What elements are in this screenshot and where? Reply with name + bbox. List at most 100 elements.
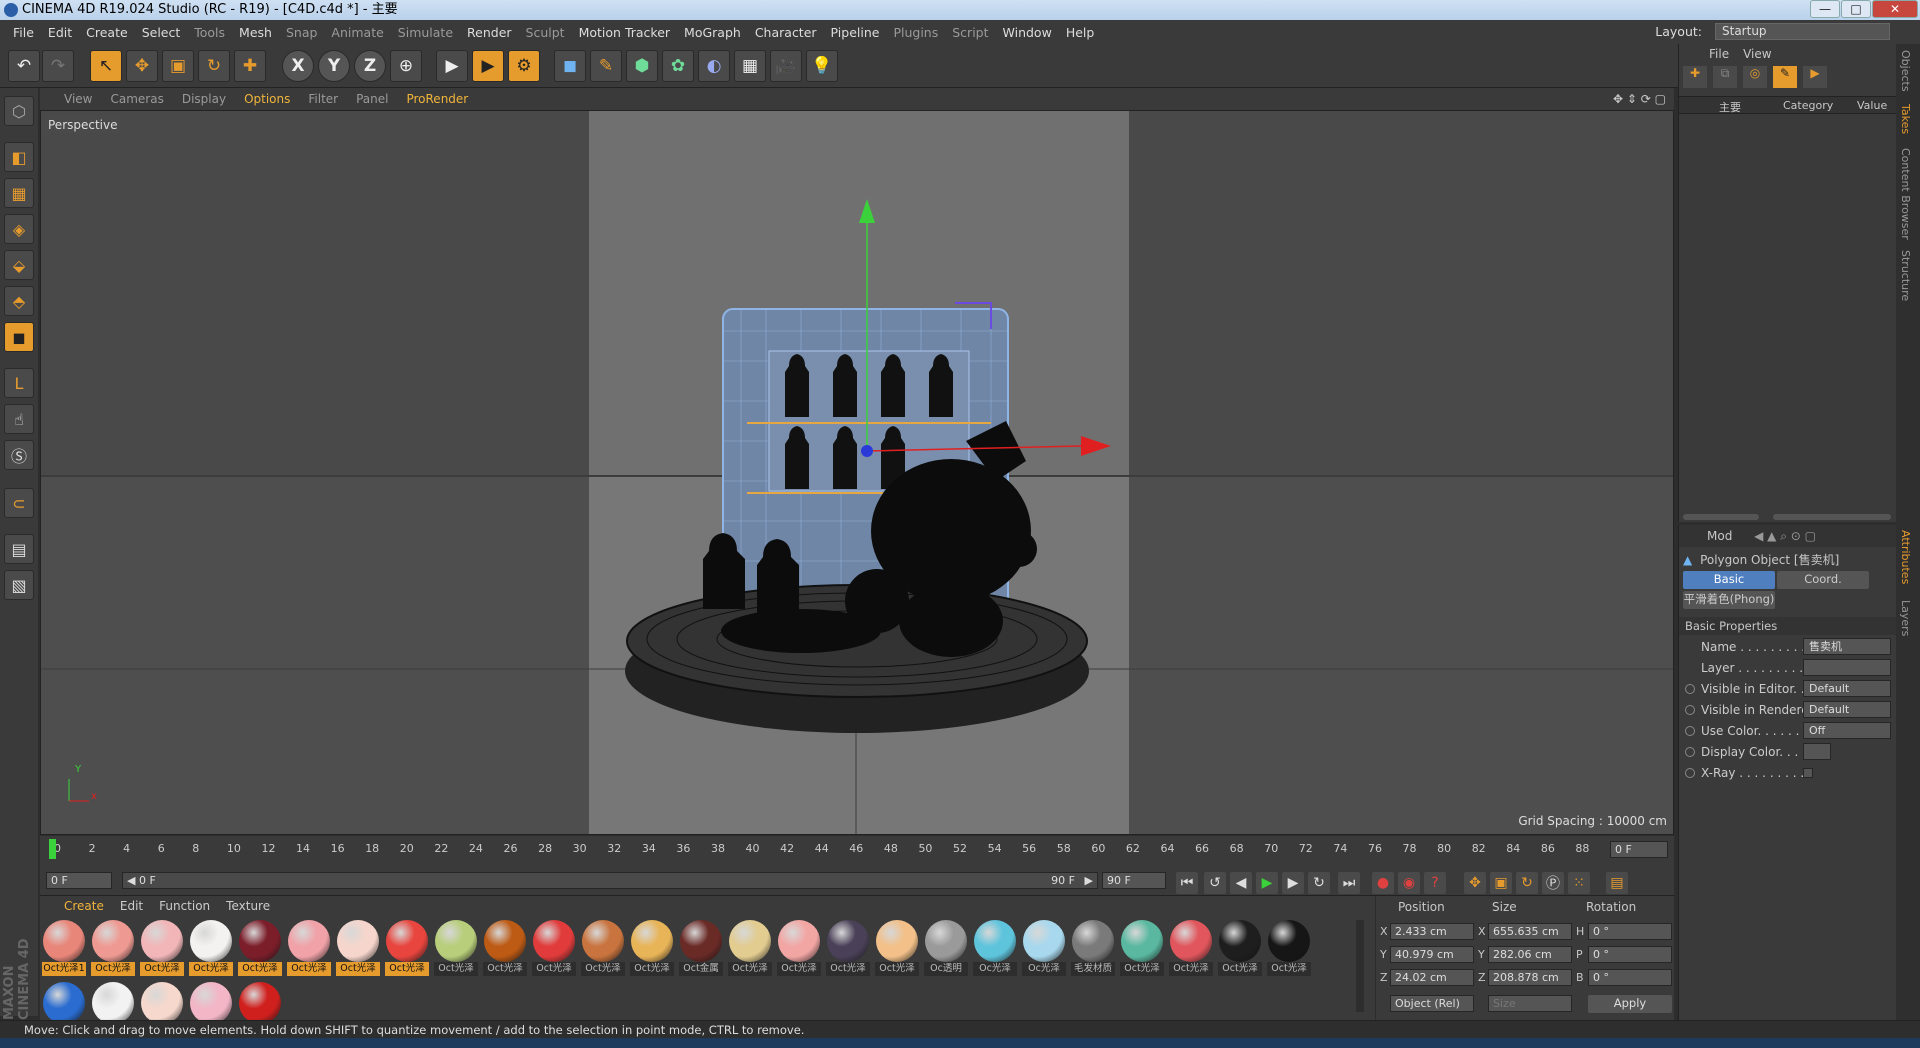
material-swatch[interactable]: Oct光泽: [1267, 920, 1311, 976]
material-swatch[interactable]: Oct光泽: [728, 920, 772, 976]
viewport-menu-filter[interactable]: Filter: [308, 92, 338, 106]
light-icon[interactable]: 💡: [806, 50, 838, 82]
deformer-icon[interactable]: ◐: [698, 50, 730, 82]
take-auto-icon[interactable]: ✎: [1773, 66, 1797, 88]
apply-button[interactable]: Apply: [1588, 995, 1672, 1013]
material-swatch[interactable]: Oct光泽: [777, 920, 821, 976]
viewport-menu-display[interactable]: Display: [182, 92, 226, 106]
coordinate-system-icon[interactable]: ⊕: [390, 50, 422, 82]
material-swatch[interactable]: Oct光泽: [581, 920, 625, 976]
scale-icon[interactable]: ▣: [162, 50, 194, 82]
material-menu-edit[interactable]: Edit: [120, 899, 143, 913]
material-swatch[interactable]: Oct光泽: [532, 920, 576, 976]
end-frame-field[interactable]: 90 F: [1102, 872, 1166, 889]
menu-pipeline[interactable]: Pipeline: [831, 25, 880, 40]
menu-select[interactable]: Select: [142, 25, 181, 40]
parameter-key-icon[interactable]: Ⓟ: [1542, 872, 1564, 894]
material-swatch[interactable]: Oct光泽: [385, 920, 429, 976]
menu-mesh[interactable]: Mesh: [239, 25, 272, 40]
attribute-value[interactable]: [1803, 659, 1891, 676]
timeline-window-icon[interactable]: ▤: [1606, 872, 1628, 894]
point-level-icon[interactable]: ⁙: [1568, 872, 1590, 894]
object-scrollbar-right[interactable]: [1773, 514, 1891, 520]
take-override-icon[interactable]: ◎: [1743, 66, 1767, 88]
layout-dropdown[interactable]: Startup: [1715, 23, 1890, 40]
previous-key-icon[interactable]: ↺: [1204, 872, 1226, 894]
tab-coord[interactable]: Coord.: [1777, 571, 1869, 589]
viewport-menu-cameras[interactable]: Cameras: [110, 92, 163, 106]
solo-icon[interactable]: Ⓢ: [4, 440, 34, 470]
viewport-menu-panel[interactable]: Panel: [356, 92, 388, 106]
material-menu-function[interactable]: Function: [159, 899, 210, 913]
material-swatch[interactable]: Oct光泽: [287, 920, 331, 976]
material-menu-texture[interactable]: Texture: [226, 899, 270, 913]
model-mode-icon[interactable]: ◧: [4, 142, 34, 172]
menu-render[interactable]: Render: [467, 25, 512, 40]
material-swatch[interactable]: Oct光泽1: [42, 920, 86, 976]
live-selection-icon[interactable]: ↖: [90, 50, 122, 82]
autokeying-icon[interactable]: ◉: [1398, 872, 1420, 894]
x-axis-lock-icon[interactable]: X: [282, 50, 314, 82]
rotation-key-icon[interactable]: ↻: [1516, 872, 1538, 894]
animate-radio-icon[interactable]: [1685, 705, 1695, 715]
maximize-button[interactable]: □: [1841, 0, 1871, 18]
layout-selector[interactable]: Layout: Startup: [1648, 23, 1890, 40]
attribute-value[interactable]: Off: [1803, 722, 1891, 739]
planar-workplane-icon[interactable]: ▧: [4, 570, 34, 600]
side-tab-structure[interactable]: Structure: [1899, 250, 1912, 301]
material-swatch[interactable]: Oct光泽: [630, 920, 674, 976]
menu-edit[interactable]: Edit: [48, 25, 72, 40]
make-editable-icon[interactable]: ⬡: [4, 96, 34, 126]
timeline-ruler[interactable]: 0 2 4 6 8 10 12 14 16 18 20 22 24 26 28 30 32 34 36 38 40 42 4…: [40, 836, 1674, 864]
workplane-lock-icon[interactable]: ▤: [4, 534, 34, 564]
array-icon[interactable]: ✿: [662, 50, 694, 82]
rotation-h-field[interactable]: 0 °: [1588, 923, 1672, 940]
attribute-value[interactable]: [1803, 743, 1831, 760]
position-y-field[interactable]: 40.979 cm: [1390, 946, 1474, 963]
material-scrollbar[interactable]: [1356, 920, 1364, 1012]
side-tab-objects[interactable]: Objects: [1899, 50, 1912, 92]
object-menu-file[interactable]: File: [1709, 47, 1729, 61]
cube-object-icon[interactable]: ◼: [554, 50, 586, 82]
material-swatch[interactable]: Oct光泽: [91, 920, 135, 976]
render-to-picture-viewer-icon[interactable]: ▶: [472, 50, 504, 82]
viewport-navigation-icons[interactable]: ✥ ⇕ ⟳ ▢: [1613, 92, 1666, 106]
attribute-value[interactable]: Default: [1803, 701, 1891, 718]
size-mode-dropdown[interactable]: Size: [1488, 995, 1572, 1012]
tab-phong[interactable]: 平滑着色(Phong): [1683, 591, 1775, 609]
material-swatch[interactable]: Oct光泽: [1169, 920, 1213, 976]
start-frame-field[interactable]: 0 F: [46, 872, 112, 889]
record-active-objects-icon[interactable]: ●: [1372, 872, 1394, 894]
next-frame-icon[interactable]: ▶: [1282, 872, 1304, 894]
enable-axis-icon[interactable]: L: [4, 368, 34, 398]
range-right-arrow[interactable]: ▶: [1085, 873, 1093, 888]
redo-icon[interactable]: ↷: [42, 50, 74, 82]
size-z-field[interactable]: 208.878 cm: [1488, 969, 1572, 986]
animate-radio-icon[interactable]: [1685, 768, 1695, 778]
attribute-value[interactable]: Default: [1803, 680, 1891, 697]
minimize-button[interactable]: —: [1810, 0, 1840, 18]
subdivision-surface-icon[interactable]: ⬢: [626, 50, 658, 82]
position-key-icon[interactable]: ✥: [1464, 872, 1486, 894]
render-settings-icon[interactable]: ⚙: [508, 50, 540, 82]
attribute-value[interactable]: 售卖机: [1803, 638, 1891, 655]
animate-radio-icon[interactable]: [1685, 747, 1695, 757]
frame-range-slider[interactable]: ◀ 0 F 90 F ▶: [122, 872, 1098, 889]
floor-icon[interactable]: ▦: [734, 50, 766, 82]
size-y-field[interactable]: 282.06 cm: [1488, 946, 1572, 963]
undo-icon[interactable]: ↶: [8, 50, 40, 82]
render-view-icon[interactable]: ▶: [436, 50, 468, 82]
menu-create[interactable]: Create: [86, 25, 128, 40]
menu-animate[interactable]: Animate: [331, 25, 383, 40]
take-add-icon[interactable]: ✚: [1683, 66, 1707, 88]
menu-mograph[interactable]: MoGraph: [684, 25, 741, 40]
rotation-b-field[interactable]: 0 °: [1588, 969, 1672, 986]
points-mode-icon[interactable]: ⬙: [4, 250, 34, 280]
scale-key-icon[interactable]: ▣: [1490, 872, 1512, 894]
coordinate-mode-dropdown[interactable]: Object (Rel): [1390, 995, 1474, 1012]
take-render-icon[interactable]: ▶: [1803, 66, 1827, 88]
z-axis-lock-icon[interactable]: Z: [354, 50, 386, 82]
menu-help[interactable]: Help: [1066, 25, 1095, 40]
position-z-field[interactable]: 24.02 cm: [1390, 969, 1474, 986]
material-swatch[interactable]: Oct光泽: [1218, 920, 1262, 976]
